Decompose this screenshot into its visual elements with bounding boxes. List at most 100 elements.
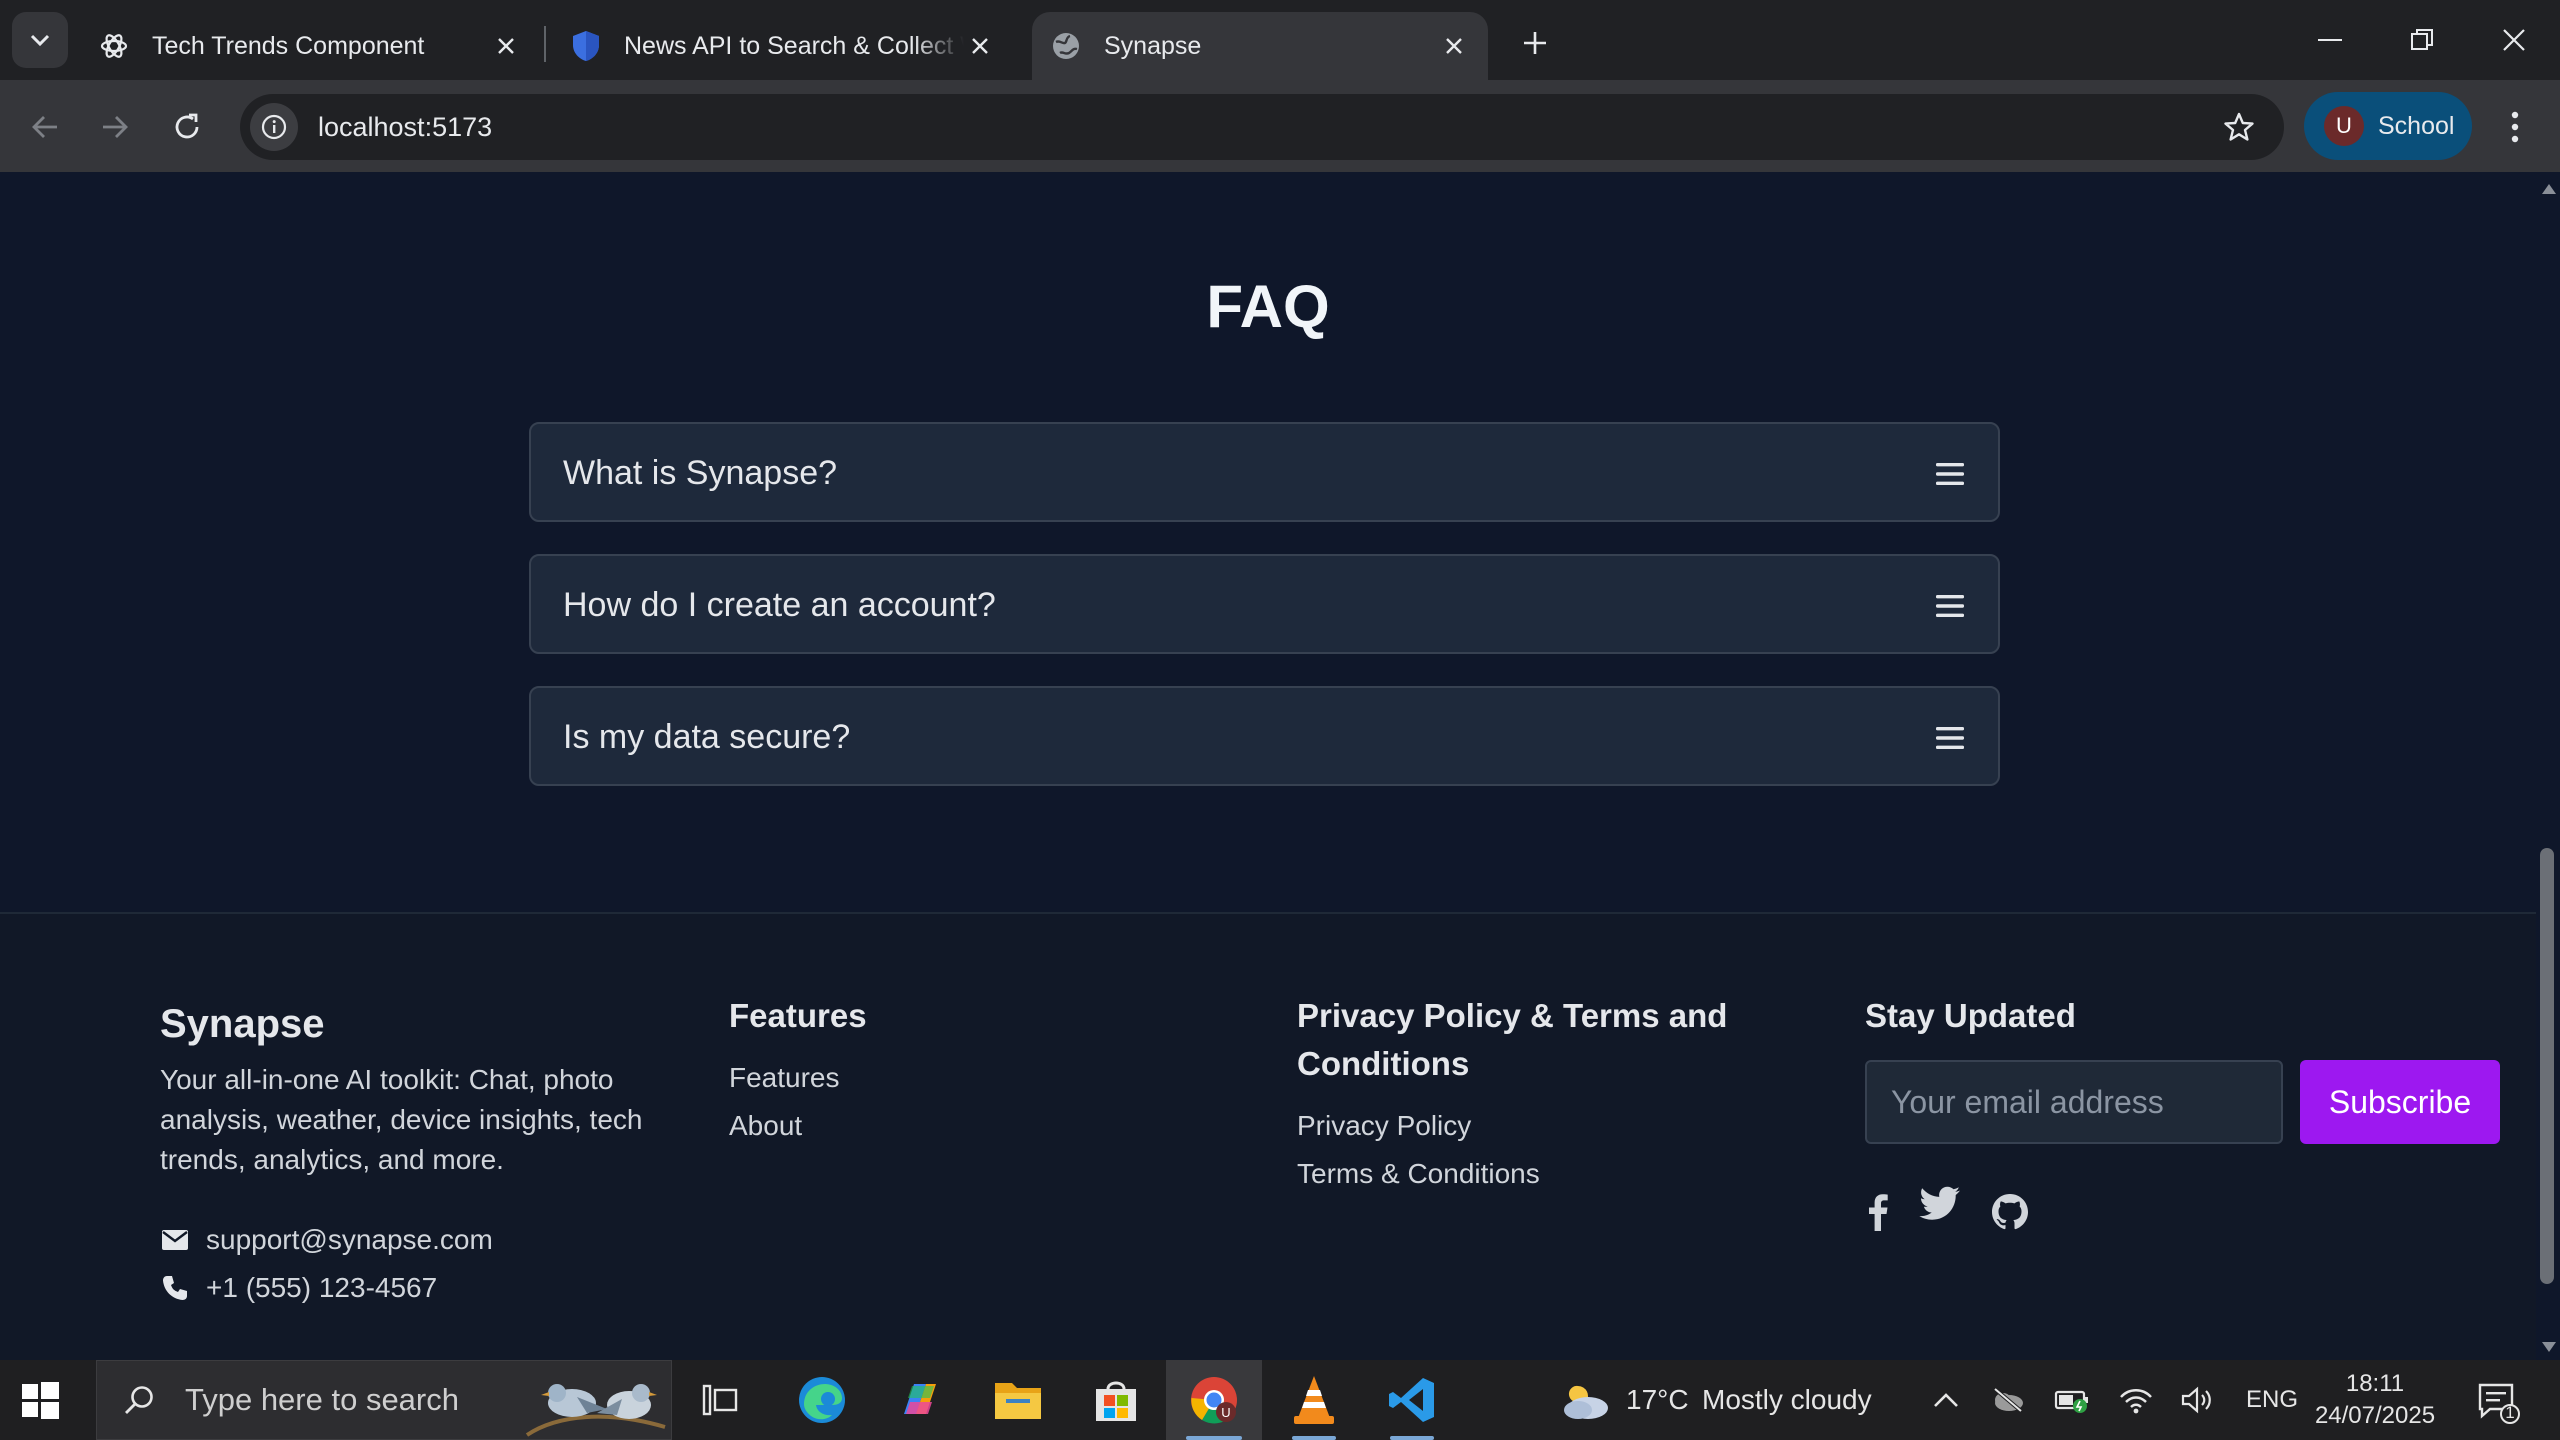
edge-app-button[interactable] [790, 1368, 854, 1432]
tab-title: Tech Trends Component [152, 31, 425, 60]
vlc-app-button[interactable] [1278, 1368, 1350, 1440]
svg-text:U: U [1221, 1405, 1230, 1420]
profile-button[interactable]: U School [2304, 92, 2472, 160]
weather-cloud-icon[interactable] [1556, 1374, 1612, 1426]
volume-icon[interactable] [2180, 1382, 2216, 1418]
subscribe-button[interactable]: Subscribe [2300, 1060, 2500, 1144]
faq-item[interactable]: What is Synapse? [529, 422, 2000, 522]
tab-news-api[interactable]: News API to Search & Collect W [548, 12, 1014, 80]
scroll-up-icon[interactable] [2542, 184, 2556, 194]
footer-features-heading: Features [729, 997, 867, 1034]
running-indicator [1390, 1436, 1434, 1440]
shield-icon [570, 30, 602, 62]
faq-title: FAQ [1206, 273, 1330, 340]
arrow-left-icon [32, 116, 57, 138]
tab-synapse[interactable]: Synapse [1032, 12, 1488, 80]
chevron-up-icon[interactable] [1928, 1382, 1964, 1418]
page-scrollbar[interactable] [2536, 172, 2560, 1360]
notification-center-button[interactable]: 1 [2476, 1380, 2520, 1424]
clock-time: 18:11 [2345, 1370, 2405, 1397]
minimize-button[interactable] [2290, 8, 2370, 72]
newsletter-email-input[interactable] [1865, 1060, 2283, 1144]
info-icon[interactable] [250, 103, 298, 151]
footer-phone-text: +1 (555) 123-4567 [206, 1272, 438, 1303]
github-icon[interactable] [1988, 1190, 2032, 1234]
chevron-down-icon [30, 34, 50, 47]
menu-icon[interactable] [1932, 456, 1968, 492]
tab-tech-trends[interactable]: Tech Trends Component [80, 12, 540, 80]
footer-phone[interactable]: +1 (555) 123-4567 [160, 1272, 437, 1304]
footer-newsletter-heading: Stay Updated [1865, 997, 2076, 1034]
minimize-icon [2318, 39, 2342, 41]
reload-icon [175, 113, 199, 139]
faq-question: Is my data secure? [563, 718, 851, 756]
twitter-icon[interactable] [1918, 1182, 1962, 1226]
close-window-button[interactable] [2474, 8, 2554, 72]
faq-item[interactable]: How do I create an account? [529, 554, 2000, 654]
taskbar-clock[interactable]: 18:11 24/07/2025 [2300, 1368, 2450, 1432]
tab-title: News API to Search & Collect W [624, 31, 964, 60]
footer-link-features[interactable]: Features [729, 1062, 840, 1094]
copilot-icon [904, 1384, 936, 1414]
footer-link-privacy[interactable]: Privacy Policy [1297, 1110, 1471, 1142]
facebook-icon[interactable] [1855, 1190, 1899, 1234]
back-button[interactable] [20, 102, 70, 152]
windows-start-icon[interactable] [18, 1378, 62, 1422]
edge-icon [799, 1377, 845, 1423]
vscode-app-button[interactable] [1376, 1368, 1448, 1440]
onedrive-offline-icon[interactable] [1990, 1382, 2026, 1418]
menu-icon[interactable] [1932, 720, 1968, 756]
search-icon [119, 1380, 159, 1420]
mail-icon [160, 1225, 190, 1255]
vlc-icon [1294, 1376, 1334, 1424]
close-icon [2503, 29, 2525, 51]
footer-brand: Synapse [160, 1002, 325, 1046]
copilot-app-button[interactable] [888, 1368, 952, 1432]
active-indicator [1186, 1436, 1242, 1440]
tab-search-button[interactable] [12, 12, 68, 68]
footer-description: Your all-in-one AI toolkit: Chat, photo … [160, 1064, 643, 1175]
tab-separator [544, 26, 546, 62]
forward-button[interactable] [90, 102, 140, 152]
bookmark-star-icon[interactable] [2216, 104, 2262, 150]
scrollbar-thumb[interactable] [2540, 848, 2554, 1284]
weather-temp: 17°C [1626, 1384, 1689, 1415]
footer-email[interactable]: support@synapse.com [160, 1224, 493, 1256]
site-footer: Synapse Your all-in-one AI toolkit: Chat… [0, 912, 2536, 1360]
restore-button[interactable] [2382, 8, 2462, 72]
chrome-app-button[interactable]: U [1166, 1360, 1262, 1440]
task-view-button[interactable] [688, 1368, 752, 1432]
battery-charging-icon[interactable] [2054, 1382, 2090, 1418]
close-icon[interactable] [1434, 26, 1474, 66]
chatgpt-icon [98, 30, 130, 62]
taskbar-search[interactable]: Type here to search [96, 1360, 672, 1440]
profile-label: School [2378, 111, 2455, 140]
browser-menu-button[interactable] [2490, 102, 2540, 152]
file-explorer-button[interactable] [986, 1368, 1050, 1432]
chrome-icon: U [1191, 1377, 1237, 1424]
close-icon[interactable] [960, 26, 1000, 66]
weather-condition: Mostly cloudy [1702, 1384, 1872, 1415]
folder-icon [995, 1383, 1041, 1419]
scroll-down-icon[interactable] [2542, 1342, 2556, 1352]
task-view-icon [702, 1384, 738, 1416]
faq-item[interactable]: Is my data secure? [529, 686, 2000, 786]
microsoft-store-button[interactable] [1084, 1368, 1148, 1432]
menu-icon[interactable] [1932, 588, 1968, 624]
search-placeholder: Type here to search [185, 1382, 459, 1417]
avatar: U [2324, 106, 2364, 146]
language-indicator[interactable]: ENG [2246, 1386, 2298, 1414]
footer-link-about[interactable]: About [729, 1110, 802, 1142]
reload-button[interactable] [162, 102, 212, 152]
browser-toolbar: localhost:5173 U School [0, 80, 2560, 172]
address-bar[interactable]: localhost:5173 [240, 94, 2284, 160]
footer-link-terms[interactable]: Terms & Conditions [1297, 1158, 1540, 1190]
new-tab-button[interactable] [1510, 18, 1560, 68]
arrow-right-icon [103, 116, 128, 138]
phone-icon [160, 1273, 190, 1303]
close-icon[interactable] [486, 26, 526, 66]
wifi-icon[interactable] [2118, 1382, 2154, 1418]
windows-taskbar: Type here to search U 17°C Mostly cloudy [0, 1360, 2560, 1440]
birds-illustration-icon [525, 1384, 666, 1437]
footer-legal-heading: Privacy Policy & Terms and Conditions [1297, 997, 1728, 1082]
